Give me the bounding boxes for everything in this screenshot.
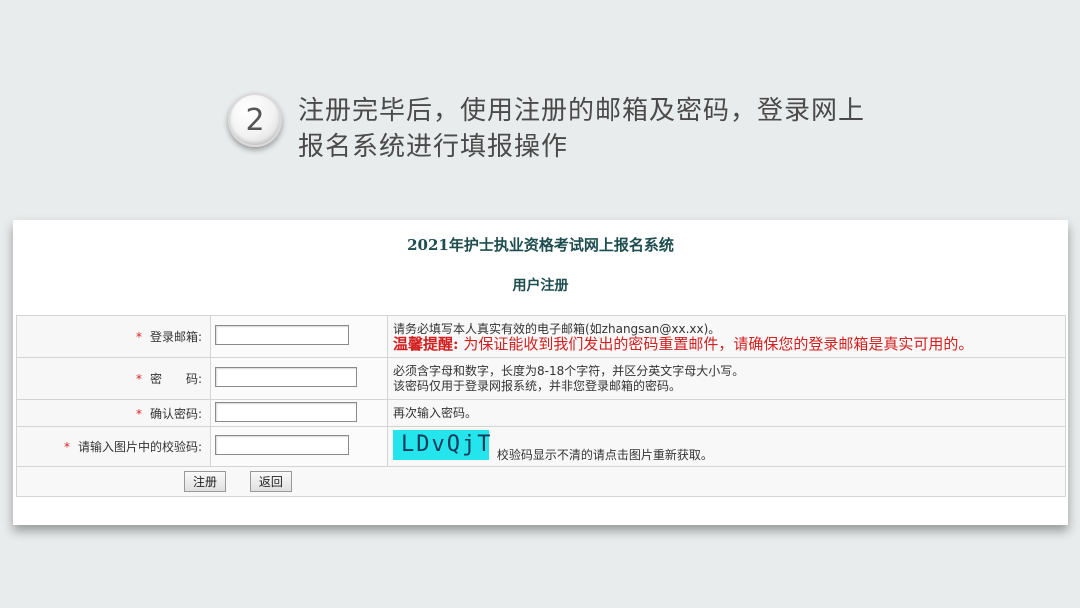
captcha-field[interactable] (215, 435, 349, 455)
system-title: 2021年护士执业资格考试网上报名系统 (407, 236, 674, 254)
email-label-cell: * 登录邮箱: (16, 315, 211, 358)
required-mark: * (135, 372, 142, 386)
register-button[interactable]: 注册 (184, 471, 227, 492)
password-hint-cell: 必须含字母和数字，长度为8-18个字符，并区分英文字母大小写。 该密码仅用于登录… (387, 357, 1066, 400)
confirm-password-row: * 确认密码: 再次输入密码。 (16, 399, 1066, 427)
captcha-row: * 请输入图片中的校验码: LDvQjT 校验码显示不清的请点击图片重新获取。 (16, 426, 1066, 467)
confirm-password-field[interactable] (215, 401, 357, 422)
password-hint-1: 必须含字母和数字，长度为8-18个字符，并区分英文字母大小写。 (393, 363, 745, 378)
confirm-input-cell (210, 399, 388, 427)
email-warning: 温馨提醒: 为保证能收到我们发出的密码重置邮件，请确保您的登录邮箱是真实可用的。 (393, 334, 1065, 353)
password-label-cell: * 密 码: (16, 357, 211, 400)
email-field[interactable] (215, 325, 349, 345)
button-row: 注册 返回 (16, 466, 1066, 497)
email-label: 登录邮箱: (149, 330, 202, 344)
confirm-label-cell: * 确认密码: (16, 399, 211, 427)
captcha-label: 请输入图片中的校验码: (77, 440, 202, 454)
captcha-input-cell (210, 426, 388, 467)
button-cell: 注册 返回 (16, 466, 1066, 497)
instruction-step: 2 注册完毕后，使用注册的邮箱及密码，登录网上 报名系统进行填报操作 (228, 93, 878, 173)
confirm-password-hint: 再次输入密码。 (393, 405, 478, 420)
section-title: 用户注册 (512, 278, 569, 294)
confirm-hint-cell: 再次输入密码。 (387, 399, 1066, 427)
confirm-password-label: 确认密码: (149, 406, 202, 421)
required-mark: * (135, 330, 142, 344)
password-row: * 密 码: 必须含字母和数字，长度为8-18个字符，并区分英文字母大小写。 该密… (16, 357, 1066, 400)
registration-panel: 2021年护士执业资格考试网上报名系统 用户注册 * 登录邮箱: 请务必填写本人真… (13, 220, 1068, 525)
password-field[interactable] (215, 367, 357, 387)
email-row: * 登录邮箱: 请务必填写本人真实有效的电子邮箱(如zhangsan@xx.xx)… (16, 315, 1066, 358)
step-text-line-1: 注册完毕后，使用注册的邮箱及密码，登录网上 (298, 96, 866, 126)
step-number-badge: 2 (228, 93, 282, 147)
password-hint-2: 该密码仅用于登录网报系统，并非您登录邮箱的密码。 (393, 378, 682, 393)
password-label: 密 码: (149, 372, 202, 386)
captcha-hint-cell: LDvQjT 校验码显示不清的请点击图片重新获取。 (387, 426, 1066, 467)
email-input-cell (210, 315, 388, 358)
captcha-hint: 校验码显示不清的请点击图片重新获取。 (496, 447, 713, 462)
password-input-cell (210, 357, 388, 400)
step-text-line-2: 报名系统进行填报操作 (298, 132, 569, 162)
required-mark: * (135, 406, 142, 421)
captcha-label-cell: * 请输入图片中的校验码: (16, 426, 211, 467)
registration-form: * 登录邮箱: 请务必填写本人真实有效的电子邮箱(如zhangsan@xx.xx)… (16, 315, 1066, 497)
email-hint-cell: 请务必填写本人真实有效的电子邮箱(如zhangsan@xx.xx)。 温馨提醒:… (387, 315, 1066, 358)
warning-label: 温馨提醒: (393, 334, 459, 353)
required-mark: * (63, 440, 70, 454)
captcha-image[interactable]: LDvQjT (393, 430, 490, 461)
back-button[interactable]: 返回 (249, 471, 292, 492)
warning-text: 为保证能收到我们发出的密码重置邮件，请确保您的登录邮箱是真实可用的。 (463, 334, 974, 353)
step-instruction-text: 注册完毕后，使用注册的邮箱及密码，登录网上 报名系统进行填报操作 (298, 93, 878, 165)
